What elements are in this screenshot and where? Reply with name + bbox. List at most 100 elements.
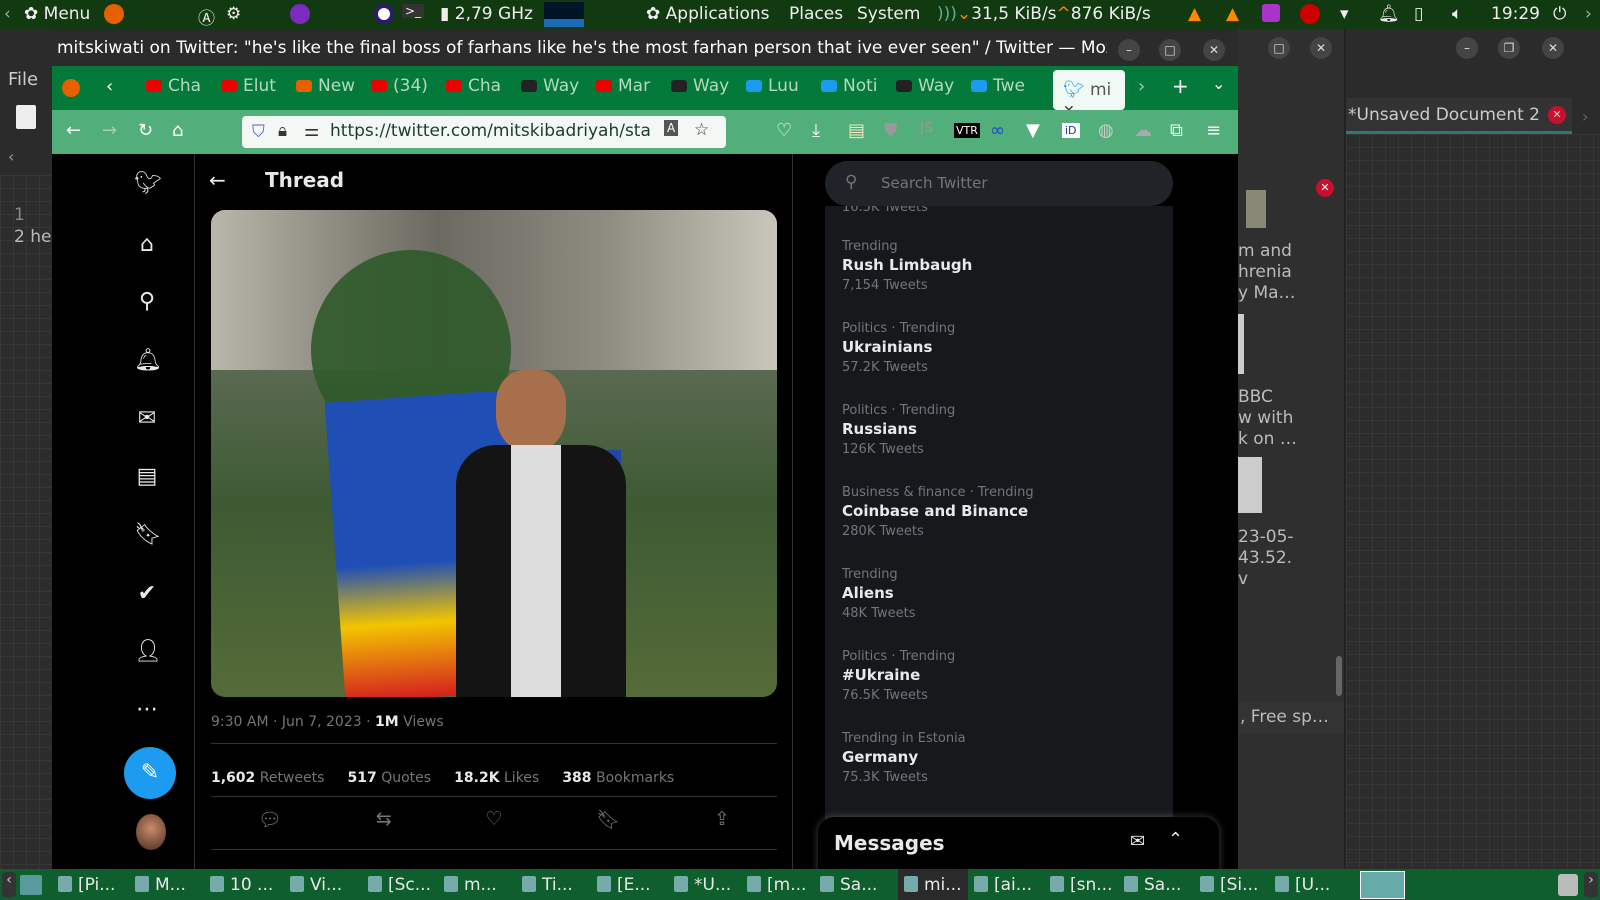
- taskbar-item[interactable]: [Sc...: [368, 875, 431, 895]
- url-bar[interactable]: ⛉ 🔒︎ ⚌ https://twitter.com/mitskibadriya…: [242, 116, 726, 148]
- list-all-tabs-button[interactable]: ⌄: [1212, 74, 1225, 93]
- taskbar-item[interactable]: [Pi...: [58, 875, 115, 895]
- tor-icon[interactable]: [290, 4, 310, 24]
- vtr-extension-icon[interactable]: VTR: [954, 123, 980, 138]
- close-button[interactable]: ✕: [1203, 39, 1225, 61]
- scrollbar[interactable]: [1336, 656, 1342, 696]
- taskbar-item[interactable]: Sa...: [1124, 875, 1181, 895]
- taskbar-item[interactable]: M...: [135, 875, 186, 895]
- tab-unsaved-document-2[interactable]: *Unsaved Document 2 ✕: [1346, 98, 1572, 134]
- tab-youtube[interactable]: Cha: [146, 76, 226, 102]
- firefox-launcher-icon[interactable]: [104, 4, 124, 24]
- ublock-icon[interactable]: ⛊: [884, 120, 898, 141]
- trend-item[interactable]: Trending in EstoniaGermany75.3K Tweets··…: [842, 731, 1162, 785]
- editor-area[interactable]: 1 2 he: [0, 175, 52, 869]
- lock-icon[interactable]: 🔒︎: [278, 121, 287, 141]
- trend-item[interactable]: TrendingRush Limbaugh7,154 Tweets···: [842, 239, 1162, 293]
- profile-icon[interactable]: 👤︎: [134, 639, 162, 665]
- tab-youtube[interactable]: (34): [371, 76, 451, 102]
- taskbar-item[interactable]: mi...: [898, 869, 968, 900]
- tab-youtube[interactable]: Cha: [446, 76, 526, 102]
- app-menu-icon[interactable]: ≡: [1206, 120, 1221, 141]
- share-icon[interactable]: ⇪: [714, 808, 730, 831]
- tab-active[interactable]: 🐦︎ mi ✕: [1053, 70, 1125, 119]
- cloud-extension-icon[interactable]: ☁: [1134, 120, 1152, 141]
- notes-extension-icon[interactable]: ▤: [848, 120, 865, 141]
- forward-button[interactable]: →: [102, 120, 117, 141]
- account-avatar[interactable]: [136, 814, 166, 850]
- opera-icon[interactable]: [374, 4, 394, 24]
- back-button[interactable]: ←: [66, 120, 81, 141]
- audio-app-icon[interactable]: [1262, 4, 1280, 22]
- notifications-bell-icon[interactable]: 🔔︎: [134, 348, 162, 374]
- tab-twitter[interactable]: Luu: [746, 76, 826, 102]
- file-menu[interactable]: File: [8, 69, 38, 90]
- tweet-photo[interactable]: [211, 210, 777, 697]
- retweets-stat[interactable]: 1,602 Retweets: [211, 770, 324, 786]
- id-extension-icon[interactable]: iD: [1062, 123, 1080, 138]
- places-menu[interactable]: Places: [789, 4, 843, 24]
- firefox-view-icon[interactable]: [62, 79, 80, 97]
- video-thumbnail[interactable]: [1246, 190, 1266, 228]
- tabs-scroll-left[interactable]: ‹: [106, 76, 113, 97]
- close-tab-icon[interactable]: ✕: [1548, 106, 1566, 124]
- tab-twitter[interactable]: Twe: [971, 76, 1051, 102]
- home-icon[interactable]: ⌂: [134, 232, 160, 258]
- volume-icon[interactable]: 🔈︎: [1452, 4, 1462, 24]
- vlc-icon[interactable]: ▲: [1188, 4, 1201, 24]
- tab-firefox[interactable]: New: [296, 76, 376, 102]
- taskbar-item[interactable]: [E...: [597, 875, 651, 895]
- trend-item[interactable]: Politics · Trending#Ukraine76.5K Tweets·…: [842, 649, 1162, 703]
- maximize-button[interactable]: □: [1159, 39, 1181, 61]
- reply-icon[interactable]: 💬︎: [258, 808, 282, 831]
- taskbar-item[interactable]: [ai...: [974, 875, 1032, 895]
- messages-drawer[interactable]: Messages ✉ ⌃: [818, 817, 1219, 877]
- tab-wayback[interactable]: Way: [671, 76, 751, 102]
- reload-button[interactable]: ↻: [138, 120, 153, 141]
- extensions-icon[interactable]: ⧉: [1170, 120, 1183, 141]
- panel-left-arrow[interactable]: ‹: [4, 4, 11, 24]
- translate-icon[interactable]: A: [664, 120, 679, 136]
- tabs-scroll-right[interactable]: ›: [1138, 76, 1145, 97]
- trash-icon[interactable]: [1558, 874, 1578, 896]
- text-editor-area[interactable]: [1346, 134, 1600, 869]
- tweet-timestamp[interactable]: 9:30 AM · Jun 7, 2023 · 1M Views: [211, 714, 444, 730]
- show-desktop-icon[interactable]: [20, 875, 42, 895]
- applications-menu[interactable]: ✿ Applications: [646, 4, 770, 24]
- lists-icon[interactable]: ▤: [134, 464, 160, 490]
- minimize-button[interactable]: –: [1118, 39, 1140, 61]
- trend-item[interactable]: Politics · TrendingRussians126K Tweets··…: [842, 403, 1162, 457]
- more-circle-icon[interactable]: ⋯: [134, 697, 160, 723]
- link-extension-icon[interactable]: ∞: [990, 120, 1005, 141]
- expand-chevrons-icon[interactable]: ⌃: [1168, 829, 1183, 850]
- taskbar-item[interactable]: [Si...: [1200, 875, 1258, 895]
- taskbar-item[interactable]: [U...: [1275, 875, 1330, 895]
- retweet-icon[interactable]: ⇆: [376, 808, 392, 831]
- taskbar-item[interactable]: Sa...: [820, 875, 877, 895]
- record-icon[interactable]: [1300, 4, 1320, 24]
- vlc-icon-2[interactable]: ▲: [1226, 4, 1239, 24]
- power-icon[interactable]: ⏻: [1553, 4, 1566, 24]
- search-twitter-input[interactable]: ⚲ Search Twitter: [825, 161, 1173, 206]
- video-thumbnail-3[interactable]: [1238, 457, 1262, 513]
- video-thumbnail-2[interactable]: [1238, 314, 1244, 374]
- twitter-logo-icon[interactable]: 🐦︎: [134, 171, 162, 197]
- like-heart-icon[interactable]: ♡: [485, 808, 502, 831]
- search-icon[interactable]: ⚲: [134, 289, 160, 315]
- clock[interactable]: 19:29: [1491, 4, 1540, 24]
- back-arrow-icon[interactable]: ←: [209, 168, 226, 192]
- taskbar-item[interactable]: Ti...: [522, 875, 573, 895]
- permissions-icon[interactable]: ⚌: [304, 121, 319, 141]
- settings-icon[interactable]: ⚙: [226, 4, 241, 24]
- search-app-icon[interactable]: Ⓐ: [198, 4, 215, 29]
- close-button[interactable]: ✕: [1542, 37, 1564, 59]
- tabs-left-arrow[interactable]: ‹: [8, 147, 14, 166]
- downloads-icon[interactable]: ⤓: [812, 120, 820, 141]
- battery-icon[interactable]: ▯: [1414, 4, 1423, 24]
- system-menu[interactable]: System: [857, 4, 920, 24]
- new-message-icon[interactable]: ✉: [1130, 831, 1145, 852]
- wifi-status-icon[interactable]: ▾: [1340, 4, 1349, 24]
- file-label-3[interactable]: 23-05- 43.52. v: [1238, 527, 1294, 590]
- clear-search-icon[interactable]: ✕: [1316, 179, 1334, 197]
- tracking-shield-icon[interactable]: ⛉: [252, 122, 265, 142]
